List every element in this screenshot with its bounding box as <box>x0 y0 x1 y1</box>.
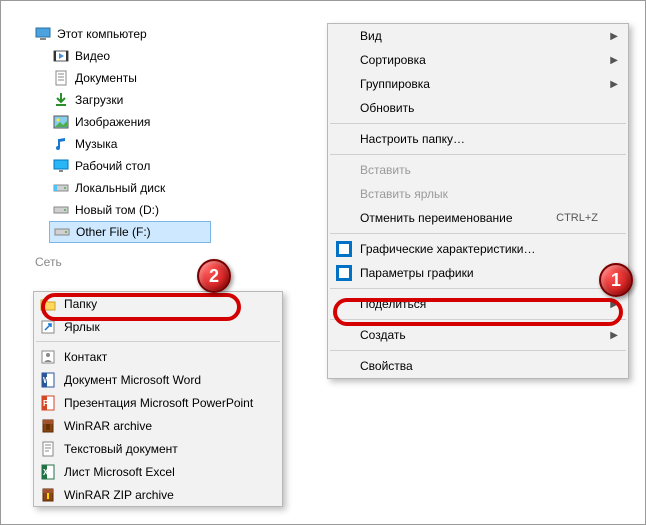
tree-item-desktop[interactable]: Рабочий стол <box>49 155 211 177</box>
ctx-customize-folder[interactable]: Настроить папку… <box>328 127 628 151</box>
ctx-new-excel[interactable]: XЛист Microsoft Excel <box>34 460 282 483</box>
tree-item-images[interactable]: Изображения <box>49 111 211 133</box>
drive-icon <box>54 224 70 240</box>
video-icon <box>53 48 69 64</box>
context-menu-main: Вид▶ Сортировка▶ Группировка▶ Обновить Н… <box>327 23 629 379</box>
ctx-new-shortcut[interactable]: Ярлык <box>34 315 282 338</box>
ctx-new-rar[interactable]: WinRAR archive <box>34 414 282 437</box>
chevron-right-icon: ▶ <box>610 55 618 66</box>
ctx-gfx-params[interactable]: Параметры графики▶ <box>328 261 628 285</box>
zip-icon <box>40 487 56 503</box>
ctx-new-folder[interactable]: Папку <box>34 292 282 315</box>
ctx-new-word[interactable]: WДокумент Microsoft Word <box>34 368 282 391</box>
chevron-right-icon: ▶ <box>610 299 618 310</box>
pc-icon <box>35 26 51 42</box>
excel-icon: X <box>40 464 56 480</box>
tree-label: Other File (F:) <box>76 225 151 239</box>
tree-item-this-pc[interactable]: Этот компьютер <box>31 23 211 45</box>
shortcut-label: CTRL+Z <box>556 212 598 224</box>
ctx-new-zip[interactable]: WinRAR ZIP archive <box>34 483 282 506</box>
ctx-paste-shortcut: Вставить ярлык <box>328 182 628 206</box>
folder-icon <box>40 296 56 312</box>
tree-item-new-volume[interactable]: Новый том (D:) <box>49 199 211 221</box>
intel-gfx-icon <box>336 241 352 257</box>
tree-item-other-file[interactable]: Other File (F:) <box>49 221 211 243</box>
svg-text:X: X <box>43 468 49 477</box>
tree-label: Документы <box>75 71 137 85</box>
docs-icon <box>53 70 69 86</box>
tree-label: Видео <box>75 49 110 63</box>
badge-step-2: 2 <box>197 259 231 293</box>
ctx-new-txt[interactable]: Текстовый документ <box>34 437 282 460</box>
svg-text:P: P <box>43 399 49 408</box>
images-icon <box>53 114 69 130</box>
drive-icon <box>53 180 69 196</box>
chevron-right-icon: ▶ <box>610 31 618 42</box>
tree-item-videos[interactable]: Видео <box>49 45 211 67</box>
tree-item-downloads[interactable]: Загрузки <box>49 89 211 111</box>
tree-label: Музыка <box>75 137 117 151</box>
shortcut-icon <box>40 319 56 335</box>
word-icon: W <box>40 372 56 388</box>
downloads-icon <box>53 92 69 108</box>
ctx-paste: Вставить <box>328 158 628 182</box>
tree-item-network[interactable]: Сеть <box>31 251 211 273</box>
txt-icon <box>40 441 56 457</box>
rar-icon <box>40 418 56 434</box>
tree-label: Рабочий стол <box>75 159 150 173</box>
ctx-gfx-properties[interactable]: Графические характеристики… <box>328 237 628 261</box>
badge-step-1: 1 <box>599 263 633 297</box>
tree-label: Изображения <box>75 115 150 129</box>
ctx-new-powerpoint[interactable]: PПрезентация Microsoft PowerPoint <box>34 391 282 414</box>
tree-label: Новый том (D:) <box>75 203 159 217</box>
music-icon <box>53 136 69 152</box>
ctx-create[interactable]: Создать▶ <box>328 323 628 347</box>
desktop-icon <box>53 158 69 174</box>
tree-label: Этот компьютер <box>57 27 147 41</box>
ctx-undo-rename[interactable]: Отменить переименованиеCTRL+Z <box>328 206 628 230</box>
tree-item-music[interactable]: Музыка <box>49 133 211 155</box>
chevron-right-icon: ▶ <box>610 330 618 341</box>
ctx-refresh[interactable]: Обновить <box>328 96 628 120</box>
tree-label: Сеть <box>35 255 62 269</box>
tree-label: Загрузки <box>75 93 123 107</box>
contact-icon <box>40 349 56 365</box>
ctx-properties[interactable]: Свойства <box>328 354 628 378</box>
nav-tree: Этот компьютер Видео Документы Загрузки … <box>31 23 211 273</box>
ctx-sort[interactable]: Сортировка▶ <box>328 48 628 72</box>
svg-text:W: W <box>43 376 51 385</box>
ctx-share[interactable]: Поделиться▶ <box>328 292 628 316</box>
ctx-view[interactable]: Вид▶ <box>328 24 628 48</box>
tree-item-local-disk[interactable]: Локальный диск <box>49 177 211 199</box>
intel-gfx-icon <box>336 265 352 281</box>
chevron-right-icon: ▶ <box>610 79 618 90</box>
tree-item-documents[interactable]: Документы <box>49 67 211 89</box>
tree-label: Локальный диск <box>75 181 165 195</box>
ctx-group[interactable]: Группировка▶ <box>328 72 628 96</box>
context-menu-create: Папку Ярлык Контакт WДокумент Microsoft … <box>33 291 283 507</box>
powerpoint-icon: P <box>40 395 56 411</box>
ctx-new-contact[interactable]: Контакт <box>34 345 282 368</box>
drive-icon <box>53 202 69 218</box>
